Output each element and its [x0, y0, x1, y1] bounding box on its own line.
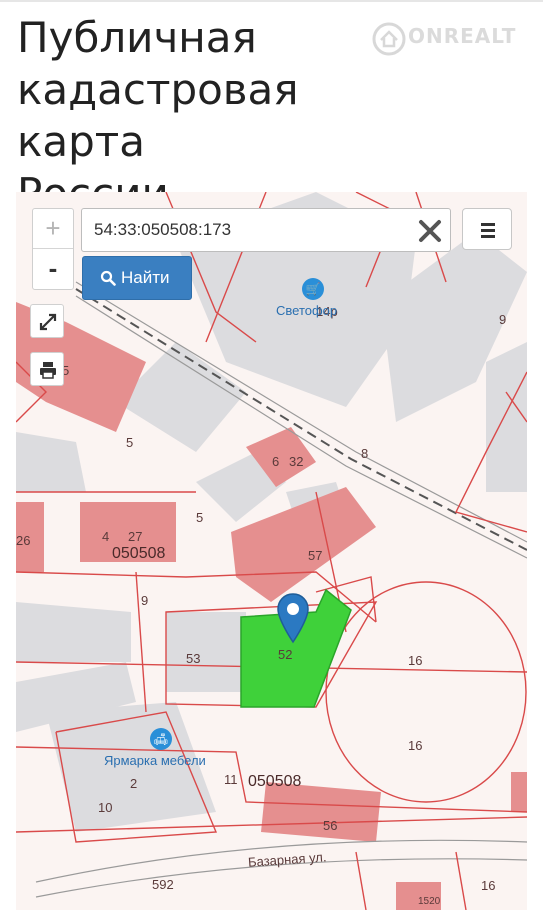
zoom-control: + -: [32, 208, 74, 290]
map-label: 8: [361, 446, 369, 461]
map-label: 52: [278, 647, 293, 662]
map-label: 16: [481, 878, 496, 893]
map-label: 9: [499, 312, 507, 327]
close-icon[interactable]: [416, 217, 444, 245]
cadastral-map[interactable]: 14р 9 5 5 32 6 8 26 4 27 050508 57 9 53 …: [16, 192, 527, 910]
map-label: 10: [98, 800, 113, 815]
print-icon: [40, 362, 56, 379]
fullscreen-icon: [39, 313, 57, 331]
map-label: 1520: [418, 896, 441, 907]
shop-basket-icon[interactable]: 🛒: [302, 278, 324, 300]
poi-label-furniture[interactable]: Ярмарка мебели: [104, 753, 206, 768]
menu-button[interactable]: [462, 208, 512, 250]
zoom-out-button[interactable]: -: [33, 249, 73, 288]
map-label: 26: [16, 533, 31, 548]
cadastral-number-input[interactable]: [94, 219, 394, 241]
map-label: 16: [408, 738, 423, 753]
map-label: 5: [196, 510, 204, 525]
print-button[interactable]: [30, 352, 64, 386]
map-label: 16: [408, 653, 423, 668]
fullscreen-button[interactable]: [30, 304, 64, 338]
sofa-icon[interactable]: 🛋: [150, 728, 172, 750]
hamburger-icon: [481, 223, 495, 226]
quarter-label: 050508: [248, 773, 302, 790]
watermark-logo: ONREALT: [372, 20, 532, 60]
map-label: 11: [224, 772, 238, 787]
map-label: 5: [126, 435, 134, 450]
map-label: 57: [308, 548, 323, 563]
search-icon: [100, 270, 116, 286]
map-label: 6: [272, 454, 280, 469]
map-label: 32: [289, 454, 304, 469]
map-label: 27: [128, 529, 143, 544]
map-label: 56: [323, 818, 338, 833]
find-button-label: Найти: [121, 268, 170, 287]
map-label: 53: [186, 651, 201, 666]
search-box: [81, 208, 451, 252]
top-divider: [0, 0, 543, 2]
quarter-label: 050508: [112, 545, 166, 562]
map-label: 592: [152, 877, 174, 892]
poi-label-shop[interactable]: Светофор: [276, 303, 337, 318]
location-pin-icon[interactable]: [276, 592, 310, 646]
map-label: 9: [141, 593, 149, 608]
watermark-house-icon: [372, 22, 406, 56]
map-label: 4: [102, 529, 110, 544]
hamburger-icon: [481, 229, 495, 232]
zoom-in-button[interactable]: +: [33, 209, 73, 249]
hamburger-icon: [481, 235, 495, 238]
title-line-2: кадастровая карта: [17, 65, 299, 166]
map-label: 2: [130, 776, 138, 791]
find-button[interactable]: Найти: [82, 256, 192, 300]
